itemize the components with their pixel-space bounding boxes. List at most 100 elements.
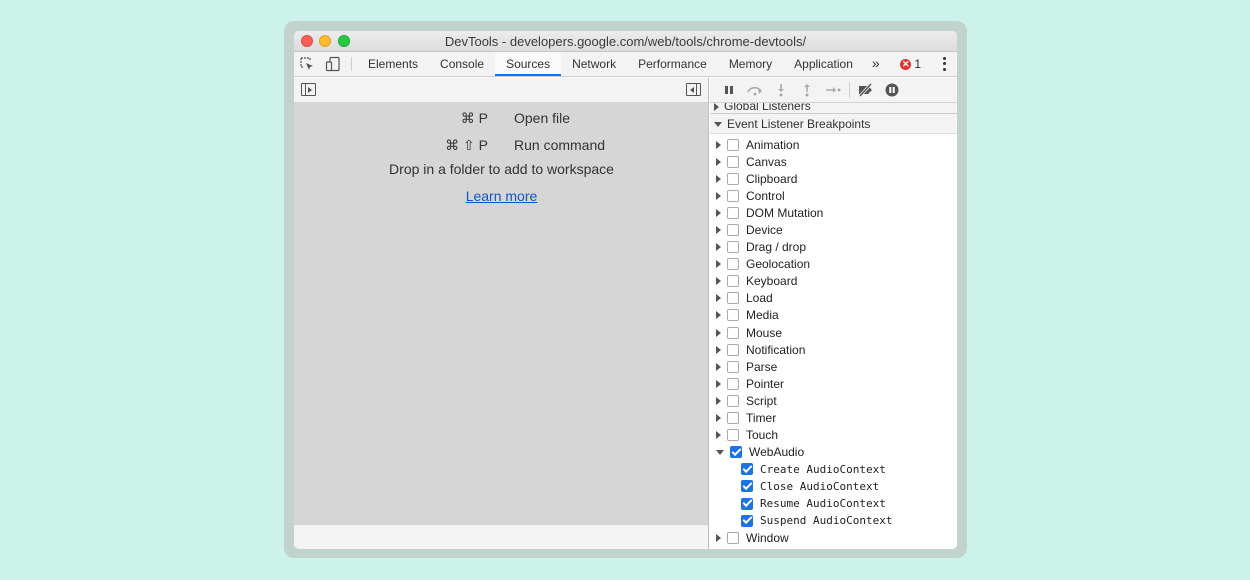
- toggle-debugger-icon[interactable]: [686, 83, 701, 96]
- tab-sources[interactable]: Sources: [495, 52, 562, 76]
- breakpoint-checkbox[interactable]: [727, 343, 739, 356]
- breakpoint-category-device[interactable]: Device: [710, 221, 957, 238]
- expand-arrow-icon[interactable]: [716, 243, 721, 252]
- breakpoint-checkbox[interactable]: [727, 275, 739, 288]
- collapse-arrow-icon[interactable]: [716, 449, 724, 455]
- expand-arrow-icon[interactable]: [716, 174, 721, 183]
- expand-arrow-icon[interactable]: [716, 277, 721, 286]
- breakpoint-category-timer[interactable]: Timer: [710, 410, 957, 427]
- expand-arrow-icon[interactable]: [716, 311, 721, 320]
- collapse-arrow-icon: [714, 122, 722, 128]
- event-listener-breakpoints-section[interactable]: Event Listener Breakpoints: [710, 114, 957, 134]
- breakpoint-checkbox[interactable]: [741, 480, 753, 493]
- breakpoint-category-touch[interactable]: Touch: [710, 427, 957, 444]
- breakpoint-category-control[interactable]: Control: [710, 187, 957, 204]
- close-window-button[interactable]: [301, 35, 313, 47]
- sources-editor-pane: ⌘ P Open file ⌘ ⇧ P Run command Drop in …: [294, 78, 709, 549]
- breakpoint-category-canvas[interactable]: Canvas: [710, 153, 957, 170]
- breakpoint-checkbox[interactable]: [727, 360, 739, 373]
- breakpoint-item-create-audiocontext[interactable]: Create AudioContext: [710, 461, 957, 478]
- breakpoint-checkbox[interactable]: [727, 309, 739, 322]
- breakpoint-category-webaudio[interactable]: WebAudio: [710, 444, 957, 461]
- breakpoint-checkbox[interactable]: [727, 531, 739, 544]
- breakpoint-checkbox[interactable]: [727, 258, 739, 271]
- breakpoint-category-pointer[interactable]: Pointer: [710, 375, 957, 392]
- breakpoint-checkbox[interactable]: [727, 206, 739, 219]
- breakpoint-category-media[interactable]: Media: [710, 307, 957, 324]
- breakpoint-checkbox[interactable]: [730, 446, 742, 459]
- tab-elements[interactable]: Elements: [357, 52, 429, 76]
- breakpoint-label: Suspend AudioContext: [760, 514, 893, 528]
- tab-console[interactable]: Console: [429, 52, 495, 76]
- expand-arrow-icon[interactable]: [716, 533, 721, 542]
- expand-arrow-icon[interactable]: [716, 226, 721, 235]
- tab-network[interactable]: Network: [561, 52, 627, 76]
- expand-arrow-icon[interactable]: [716, 294, 721, 303]
- breakpoint-checkbox[interactable]: [727, 172, 739, 185]
- breakpoint-checkbox[interactable]: [727, 189, 739, 202]
- expand-arrow-icon[interactable]: [716, 379, 721, 388]
- breakpoint-category-clipboard[interactable]: Clipboard: [710, 170, 957, 187]
- breakpoint-checkbox[interactable]: [727, 394, 739, 407]
- expand-arrow-icon[interactable]: [716, 260, 721, 269]
- step-into-button[interactable]: [768, 80, 794, 100]
- breakpoint-category-drag-drop[interactable]: Drag / drop: [710, 239, 957, 256]
- breakpoint-category-script[interactable]: Script: [710, 392, 957, 409]
- expand-arrow-icon[interactable]: [716, 431, 721, 440]
- breakpoint-checkbox[interactable]: [727, 292, 739, 305]
- breakpoint-category-keyboard[interactable]: Keyboard: [710, 273, 957, 290]
- step-over-button[interactable]: [742, 80, 768, 100]
- breakpoint-checkbox[interactable]: [727, 155, 739, 168]
- tab-application[interactable]: Application: [783, 52, 864, 76]
- breakpoint-checkbox[interactable]: [727, 429, 739, 442]
- tab-performance[interactable]: Performance: [627, 52, 718, 76]
- pause-on-exceptions-button[interactable]: [879, 80, 905, 100]
- devtools-window: DevTools - developers.google.com/web/too…: [294, 31, 957, 549]
- breakpoint-category-window[interactable]: Window: [710, 529, 957, 546]
- breakpoint-checkbox[interactable]: [741, 514, 753, 527]
- breakpoint-label: Control: [746, 188, 785, 203]
- learn-more-link[interactable]: Learn more: [466, 188, 538, 204]
- more-tabs-button[interactable]: »: [864, 52, 888, 76]
- breakpoint-checkbox[interactable]: [727, 412, 739, 425]
- maximize-window-button[interactable]: [338, 35, 350, 47]
- breakpoint-category-geolocation[interactable]: Geolocation: [710, 256, 957, 273]
- breakpoint-checkbox[interactable]: [741, 463, 753, 476]
- breakpoint-checkbox[interactable]: [727, 224, 739, 237]
- breakpoint-item-resume-audiocontext[interactable]: Resume AudioContext: [710, 495, 957, 512]
- expand-arrow-icon[interactable]: [716, 345, 721, 354]
- toggle-navigator-icon[interactable]: [301, 83, 316, 96]
- breakpoint-checkbox[interactable]: [727, 138, 739, 151]
- global-listeners-section[interactable]: Global Listeners: [710, 103, 957, 114]
- minimize-window-button[interactable]: [319, 35, 331, 47]
- breakpoint-category-animation[interactable]: Animation: [710, 136, 957, 153]
- step-out-button[interactable]: [794, 80, 820, 100]
- expand-arrow-icon[interactable]: [716, 362, 721, 371]
- pause-button[interactable]: [716, 80, 742, 100]
- step-button[interactable]: [820, 80, 846, 100]
- breakpoint-category-load[interactable]: Load: [710, 290, 957, 307]
- expand-arrow-icon[interactable]: [716, 396, 721, 405]
- breakpoint-category-mouse[interactable]: Mouse: [710, 324, 957, 341]
- expand-arrow-icon[interactable]: [716, 414, 721, 423]
- breakpoint-checkbox[interactable]: [741, 497, 753, 510]
- inspect-element-button[interactable]: [294, 52, 320, 76]
- breakpoint-item-close-audiocontext[interactable]: Close AudioContext: [710, 478, 957, 495]
- device-toolbar-button[interactable]: [320, 52, 346, 76]
- expand-arrow-icon[interactable]: [716, 140, 721, 149]
- expand-arrow-icon[interactable]: [716, 328, 721, 337]
- error-counter[interactable]: ✕ 1: [900, 57, 921, 71]
- breakpoint-item-suspend-audiocontext[interactable]: Suspend AudioContext: [710, 512, 957, 529]
- expand-arrow-icon[interactable]: [716, 191, 721, 200]
- breakpoint-category-dom-mutation[interactable]: DOM Mutation: [710, 204, 957, 221]
- tab-memory[interactable]: Memory: [718, 52, 783, 76]
- breakpoint-checkbox[interactable]: [727, 241, 739, 254]
- expand-arrow-icon[interactable]: [716, 157, 721, 166]
- customize-menu-button[interactable]: [939, 56, 949, 72]
- breakpoint-category-notification[interactable]: Notification: [710, 341, 957, 358]
- breakpoint-category-parse[interactable]: Parse: [710, 358, 957, 375]
- breakpoint-checkbox[interactable]: [727, 326, 739, 339]
- expand-arrow-icon[interactable]: [716, 208, 721, 217]
- deactivate-breakpoints-button[interactable]: [853, 80, 879, 100]
- breakpoint-checkbox[interactable]: [727, 377, 739, 390]
